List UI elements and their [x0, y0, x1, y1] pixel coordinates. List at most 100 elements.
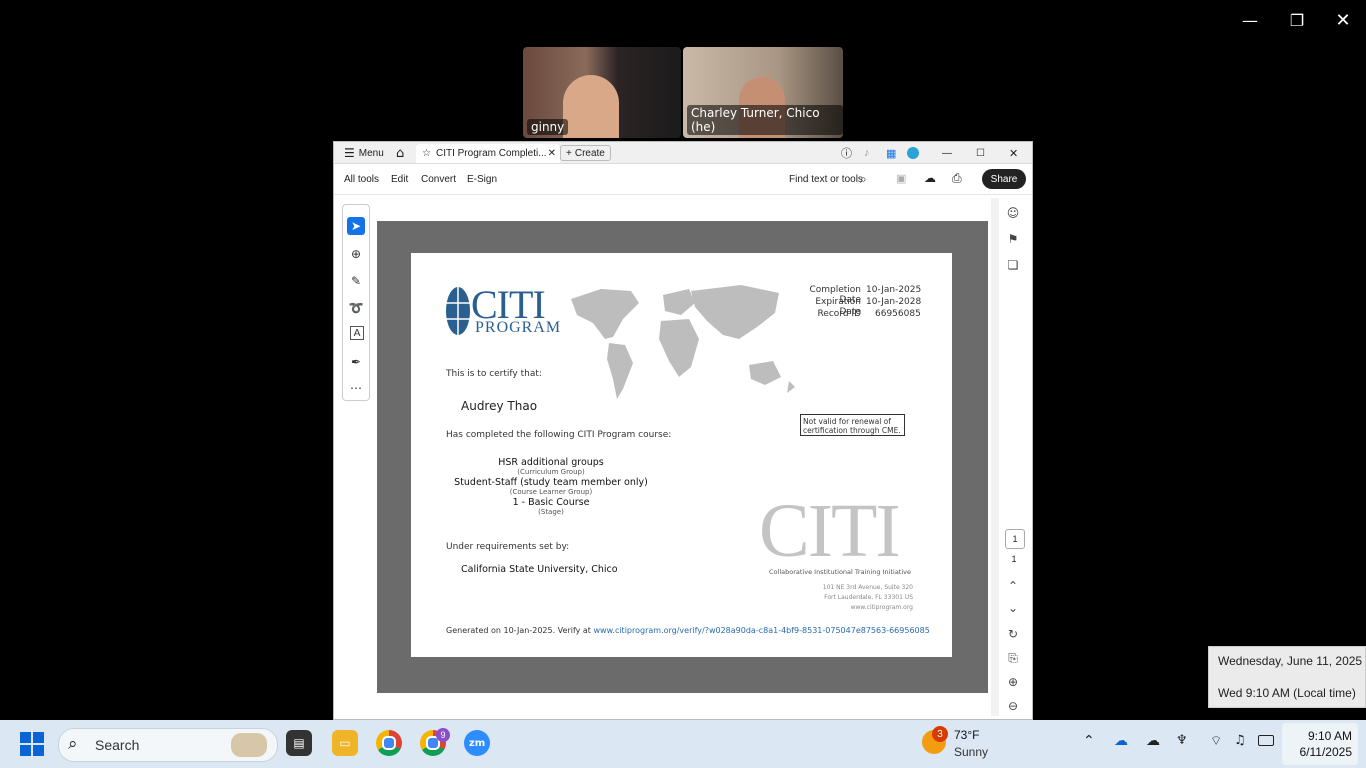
menu-button[interactable]: ☰ Menu [344, 145, 384, 161]
current-page-input[interactable]: 1 [1005, 529, 1025, 549]
generated-text: Generated on 10-Jan-2025. Verify at [446, 626, 594, 635]
cloud-icon[interactable]: ☁ [1146, 733, 1160, 749]
more-tools-icon[interactable]: ⋯ [347, 379, 365, 397]
document-tab[interactable]: ☆ CITI Program Completi... ✕ [416, 144, 560, 163]
search-highlight-image [231, 733, 267, 757]
restore-icon[interactable]: ❐ [1285, 8, 1309, 32]
home-icon[interactable]: ⌂ [396, 145, 404, 161]
expiration-date-value: 10-Jan-2028 [866, 297, 922, 307]
recipient-name: Audrey Thao [461, 399, 538, 413]
windows-start-icon[interactable] [20, 732, 44, 756]
plus-icon: + [566, 147, 572, 159]
rotate-icon[interactable]: ↻ [1004, 625, 1022, 643]
weather-temperature[interactable]: 73°F [954, 728, 979, 742]
bookmark-panel-icon[interactable]: ⚑ [1004, 230, 1022, 248]
world-map-graphic [571, 285, 795, 399]
search-placeholder: Search [95, 737, 140, 753]
close-tab-icon[interactable]: ✕ [548, 148, 556, 159]
weather-description[interactable]: Sunny [954, 745, 988, 759]
video-tile-ginny[interactable]: ginny [523, 47, 681, 138]
apps-icon[interactable]: ▦ [886, 145, 896, 161]
hamburger-icon: ☰ [344, 146, 355, 160]
zoom-in-icon[interactable]: ⊕ [1004, 673, 1022, 691]
all-tools-tab[interactable]: All tools [344, 174, 379, 185]
learner-group-name: Student-Staff (study team member only) [454, 477, 648, 488]
comment-icon[interactable]: ⊕ [347, 245, 365, 263]
window-minimize-icon[interactable]: — [942, 145, 952, 161]
institution-name: California State University, Chico [461, 564, 618, 575]
cme-notice-box: Not valid for renewal of certification t… [800, 414, 905, 436]
chrome-notification-badge: 9 [436, 728, 450, 742]
star-icon[interactable]: ☆ [422, 148, 431, 159]
minimize-icon[interactable]: — [1238, 8, 1262, 32]
pages-panel-icon[interactable]: ❏ [1004, 256, 1022, 274]
program-logo-text: PROGRAM [475, 319, 562, 336]
certify-text: This is to certify that: [446, 369, 542, 379]
microphone-location-icon[interactable]: ♆ [1176, 733, 1188, 748]
participant-name: Charley Turner, Chico (he) [687, 105, 843, 135]
taskbar-search-box[interactable]: ⌕ Search [58, 728, 278, 762]
find-tools-button[interactable]: Find text or tools [789, 174, 863, 185]
page-up-icon[interactable]: ⌃ [1004, 577, 1022, 595]
clock-tooltip: Wednesday, June 11, 2025 Wed 9:10 AM (Lo… [1208, 646, 1366, 708]
wifi-icon[interactable]: ⌔ [1210, 733, 1222, 749]
clock-date: 6/11/2025 [1299, 745, 1353, 759]
clock-button[interactable]: 9:10 AM 6/11/2025 [1282, 723, 1358, 765]
chevron-up-icon[interactable]: ⌃ [1083, 733, 1095, 749]
curriculum-group-name: HSR additional groups [498, 457, 604, 468]
bell-icon[interactable]: ♪ [864, 145, 870, 161]
globe-logo-icon [446, 287, 470, 335]
sign-icon[interactable]: ✒ [347, 353, 365, 371]
window-maximize-icon[interactable]: ☐ [976, 145, 985, 161]
chrome-icon[interactable] [376, 730, 402, 756]
create-button[interactable]: + Create [560, 145, 611, 161]
requirements-text: Under requirements set by: [446, 542, 570, 552]
draw-lasso-icon[interactable]: ➰ [347, 299, 365, 317]
upload-cloud-icon[interactable]: ☁ [924, 171, 936, 185]
profile-avatar[interactable] [907, 147, 919, 159]
print-icon[interactable]: ⎙ [952, 171, 962, 186]
convert-tab[interactable]: Convert [421, 174, 456, 185]
document-viewer[interactable]: CITI PROGRAM Completion Date 10-Jan-2025… [377, 221, 988, 693]
quick-tools-rail: ➤ ⊕ ✎ ➰ A ✒ ⋯ [342, 204, 370, 401]
search-icon[interactable]: ⌕ [860, 172, 867, 187]
text-box-icon[interactable]: A [350, 326, 364, 340]
website-text: www.citiprogram.org [850, 604, 913, 611]
video-tile-charley[interactable]: Charley Turner, Chico (he) [683, 47, 843, 138]
comments-panel-icon[interactable]: ☺ [1004, 204, 1022, 222]
help-icon[interactable]: ⓘ [841, 145, 852, 161]
search-icon: ⌕ [68, 734, 78, 754]
taskbar: ⌕ Search ▤ ▭ 9 zm 3 73°F Sunny ⌃ ☁ ☁ ♆ ⌔… [0, 720, 1366, 768]
vertical-scrollbar[interactable] [991, 198, 999, 716]
select-cursor-icon[interactable]: ➤ [347, 217, 365, 235]
acrobat-window: ☰ Menu ⌂ ☆ CITI Program Completi... ✕ + … [333, 141, 1033, 720]
verify-link[interactable]: www.citiprogram.org/verify/?w028a90da-c8… [594, 626, 930, 635]
battery-icon[interactable] [1258, 735, 1274, 746]
stage-name: 1 - Basic Course [512, 497, 590, 508]
course-list: HSR additional groups (Curriculum Group)… [451, 457, 651, 516]
page-fit-icon[interactable]: ⎘ [1004, 649, 1022, 667]
tooltip-time: Wed 9:10 AM (Local time) [1218, 686, 1356, 700]
save-icon[interactable]: ▣ [896, 172, 906, 185]
zoom-app-icon[interactable]: zm [464, 730, 490, 756]
file-explorer-icon[interactable]: ▭ [332, 730, 358, 756]
close-icon[interactable]: ✕ [1331, 8, 1355, 32]
record-id-label: Record ID [817, 309, 861, 319]
edit-tab[interactable]: Edit [391, 174, 408, 185]
esign-tab[interactable]: E-Sign [467, 174, 497, 185]
onedrive-icon[interactable]: ☁ [1114, 733, 1128, 749]
initiative-text: Collaborative Institutional Training Ini… [769, 568, 911, 576]
zoom-out-icon[interactable]: ⊖ [1004, 697, 1022, 715]
share-button[interactable]: Share [982, 169, 1026, 189]
curriculum-group-caption: (Curriculum Group) [517, 468, 585, 476]
window-close-icon[interactable]: ✕ [1009, 145, 1018, 161]
create-label: Create [574, 147, 605, 159]
tab-bar: ☰ Menu ⌂ ☆ CITI Program Completi... ✕ + … [334, 142, 1032, 164]
tooltip-date: Wednesday, June 11, 2025 [1218, 654, 1363, 668]
volume-icon[interactable]: ♫ [1234, 733, 1246, 748]
tab-title: CITI Program Completi... [435, 148, 547, 159]
citi-watermark-logo: CITI [759, 489, 901, 573]
highlight-pen-icon[interactable]: ✎ [347, 272, 365, 290]
page-down-icon[interactable]: ⌄ [1004, 599, 1022, 617]
task-view-icon[interactable]: ▤ [286, 730, 312, 756]
